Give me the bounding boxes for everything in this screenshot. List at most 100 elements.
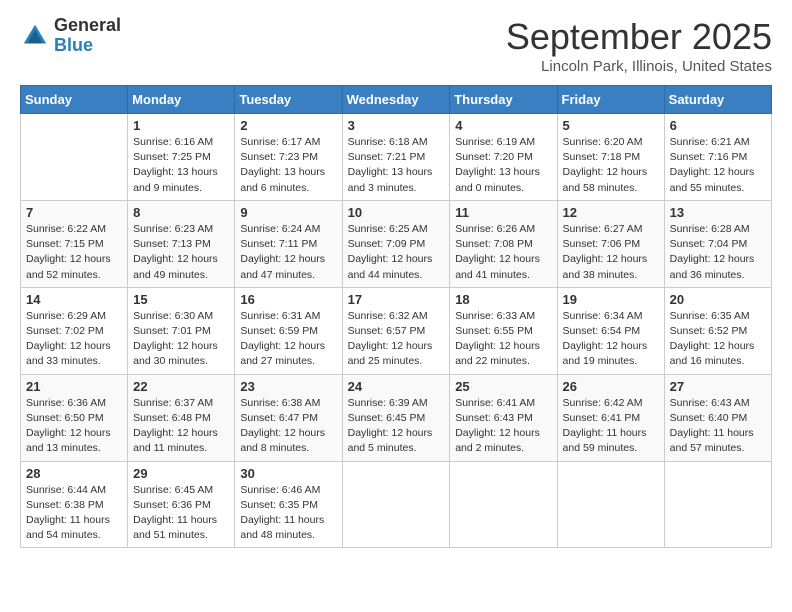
calendar-cell: 8 Sunrise: 6:23 AMSunset: 7:13 PMDaylight… xyxy=(128,200,235,287)
day-info: Sunrise: 6:45 AMSunset: 6:36 PMDaylight:… xyxy=(133,483,229,544)
day-info: Sunrise: 6:22 AMSunset: 7:15 PMDaylight:… xyxy=(26,222,122,283)
logo-blue-text: Blue xyxy=(54,36,121,56)
day-info: Sunrise: 6:31 AMSunset: 6:59 PMDaylight:… xyxy=(240,309,336,370)
day-number: 21 xyxy=(26,379,122,394)
day-of-week-header: Thursday xyxy=(450,86,557,114)
calendar-cell xyxy=(21,114,128,201)
calendar-cell: 1 Sunrise: 6:16 AMSunset: 7:25 PMDaylight… xyxy=(128,114,235,201)
day-info: Sunrise: 6:36 AMSunset: 6:50 PMDaylight:… xyxy=(26,396,122,457)
day-info: Sunrise: 6:42 AMSunset: 6:41 PMDaylight:… xyxy=(563,396,659,457)
day-info: Sunrise: 6:17 AMSunset: 7:23 PMDaylight:… xyxy=(240,135,336,196)
calendar-week-row: 28 Sunrise: 6:44 AMSunset: 6:38 PMDayligh… xyxy=(21,461,772,548)
calendar-cell: 11 Sunrise: 6:26 AMSunset: 7:08 PMDayligh… xyxy=(450,200,557,287)
page-header: General Blue September 2025 Lincoln Park… xyxy=(20,16,772,75)
day-of-week-header: Sunday xyxy=(21,86,128,114)
day-info: Sunrise: 6:18 AMSunset: 7:21 PMDaylight:… xyxy=(348,135,445,196)
calendar-cell: 5Sunrise: 6:20 AMSunset: 7:18 PMDaylight… xyxy=(557,114,664,201)
calendar-cell: 27Sunrise: 6:43 AMSunset: 6:40 PMDayligh… xyxy=(664,374,771,461)
calendar-cell: 21 Sunrise: 6:36 AMSunset: 6:50 PMDayligh… xyxy=(21,374,128,461)
calendar-cell: 24 Sunrise: 6:39 AMSunset: 6:45 PMDayligh… xyxy=(342,374,450,461)
calendar-cell xyxy=(342,461,450,548)
day-of-week-header: Wednesday xyxy=(342,86,450,114)
calendar-cell: 7 Sunrise: 6:22 AMSunset: 7:15 PMDaylight… xyxy=(21,200,128,287)
day-info: Sunrise: 6:41 AMSunset: 6:43 PMDaylight:… xyxy=(455,396,551,457)
calendar-cell: 17 Sunrise: 6:32 AMSunset: 6:57 PMDayligh… xyxy=(342,287,450,374)
day-info: Sunrise: 6:23 AMSunset: 7:13 PMDaylight:… xyxy=(133,222,229,283)
day-info: Sunrise: 6:30 AMSunset: 7:01 PMDaylight:… xyxy=(133,309,229,370)
day-number: 1 xyxy=(133,118,229,133)
logo: General Blue xyxy=(20,16,121,56)
day-info: Sunrise: 6:20 AMSunset: 7:18 PMDaylight:… xyxy=(563,135,659,196)
day-number: 28 xyxy=(26,466,122,481)
day-info: Sunrise: 6:25 AMSunset: 7:09 PMDaylight:… xyxy=(348,222,445,283)
day-number: 8 xyxy=(133,205,229,220)
day-number: 6 xyxy=(670,118,766,133)
day-number: 19 xyxy=(563,292,659,307)
title-block: September 2025 Lincoln Park, Illinois, U… xyxy=(506,16,772,75)
calendar-cell: 12 Sunrise: 6:27 AMSunset: 7:06 PMDayligh… xyxy=(557,200,664,287)
day-number: 26 xyxy=(563,379,659,394)
day-info: Sunrise: 6:39 AMSunset: 6:45 PMDaylight:… xyxy=(348,396,445,457)
day-info: Sunrise: 6:19 AMSunset: 7:20 PMDaylight:… xyxy=(455,135,551,196)
calendar-cell: 19 Sunrise: 6:34 AMSunset: 6:54 PMDayligh… xyxy=(557,287,664,374)
location-text: Lincoln Park, Illinois, United States xyxy=(506,58,772,75)
calendar-cell: 30Sunrise: 6:46 AMSunset: 6:35 PMDayligh… xyxy=(235,461,342,548)
calendar-cell: 26 Sunrise: 6:42 AMSunset: 6:41 PMDayligh… xyxy=(557,374,664,461)
day-info: Sunrise: 6:24 AMSunset: 7:11 PMDaylight:… xyxy=(240,222,336,283)
calendar-week-row: 1 Sunrise: 6:16 AMSunset: 7:25 PMDaylight… xyxy=(21,114,772,201)
calendar-cell xyxy=(450,461,557,548)
calendar-cell: 23Sunrise: 6:38 AMSunset: 6:47 PMDayligh… xyxy=(235,374,342,461)
calendar-week-row: 7 Sunrise: 6:22 AMSunset: 7:15 PMDaylight… xyxy=(21,200,772,287)
calendar-cell: 22 Sunrise: 6:37 AMSunset: 6:48 PMDayligh… xyxy=(128,374,235,461)
calendar-cell: 20 Sunrise: 6:35 AMSunset: 6:52 PMDayligh… xyxy=(664,287,771,374)
day-number: 17 xyxy=(348,292,445,307)
day-number: 25 xyxy=(455,379,551,394)
calendar-week-row: 21 Sunrise: 6:36 AMSunset: 6:50 PMDayligh… xyxy=(21,374,772,461)
day-number: 16 xyxy=(240,292,336,307)
day-number: 22 xyxy=(133,379,229,394)
month-title: September 2025 xyxy=(506,16,772,58)
day-number: 18 xyxy=(455,292,551,307)
day-number: 13 xyxy=(670,205,766,220)
day-number: 12 xyxy=(563,205,659,220)
calendar-cell: 10Sunrise: 6:25 AMSunset: 7:09 PMDayligh… xyxy=(342,200,450,287)
day-number: 7 xyxy=(26,205,122,220)
day-number: 23 xyxy=(240,379,336,394)
day-number: 27 xyxy=(670,379,766,394)
calendar-header-row: SundayMondayTuesdayWednesdayThursdayFrid… xyxy=(21,86,772,114)
calendar-cell xyxy=(664,461,771,548)
calendar-cell: 16 Sunrise: 6:31 AMSunset: 6:59 PMDayligh… xyxy=(235,287,342,374)
day-info: Sunrise: 6:16 AMSunset: 7:25 PMDaylight:… xyxy=(133,135,229,196)
calendar-cell: 6Sunrise: 6:21 AMSunset: 7:16 PMDaylight… xyxy=(664,114,771,201)
day-number: 2 xyxy=(240,118,336,133)
day-info: Sunrise: 6:28 AMSunset: 7:04 PMDaylight:… xyxy=(670,222,766,283)
calendar-cell: 25 Sunrise: 6:41 AMSunset: 6:43 PMDayligh… xyxy=(450,374,557,461)
day-number: 30 xyxy=(240,466,336,481)
calendar-week-row: 14Sunrise: 6:29 AMSunset: 7:02 PMDayligh… xyxy=(21,287,772,374)
calendar-cell xyxy=(557,461,664,548)
calendar-table: SundayMondayTuesdayWednesdayThursdayFrid… xyxy=(20,85,772,548)
calendar-cell: 9Sunrise: 6:24 AMSunset: 7:11 PMDaylight… xyxy=(235,200,342,287)
calendar-cell: 2 Sunrise: 6:17 AMSunset: 7:23 PMDaylight… xyxy=(235,114,342,201)
calendar-cell: 29Sunrise: 6:45 AMSunset: 6:36 PMDayligh… xyxy=(128,461,235,548)
day-info: Sunrise: 6:26 AMSunset: 7:08 PMDaylight:… xyxy=(455,222,551,283)
day-number: 11 xyxy=(455,205,551,220)
day-info: Sunrise: 6:34 AMSunset: 6:54 PMDaylight:… xyxy=(563,309,659,370)
day-number: 14 xyxy=(26,292,122,307)
calendar-cell: 14Sunrise: 6:29 AMSunset: 7:02 PMDayligh… xyxy=(21,287,128,374)
calendar-cell: 13 Sunrise: 6:28 AMSunset: 7:04 PMDayligh… xyxy=(664,200,771,287)
calendar-cell: 18Sunrise: 6:33 AMSunset: 6:55 PMDayligh… xyxy=(450,287,557,374)
day-info: Sunrise: 6:27 AMSunset: 7:06 PMDaylight:… xyxy=(563,222,659,283)
calendar-cell: 15Sunrise: 6:30 AMSunset: 7:01 PMDayligh… xyxy=(128,287,235,374)
day-number: 4 xyxy=(455,118,551,133)
calendar-cell: 4 Sunrise: 6:19 AMSunset: 7:20 PMDaylight… xyxy=(450,114,557,201)
day-info: Sunrise: 6:35 AMSunset: 6:52 PMDaylight:… xyxy=(670,309,766,370)
day-info: Sunrise: 6:32 AMSunset: 6:57 PMDaylight:… xyxy=(348,309,445,370)
logo-general-text: General xyxy=(54,16,121,36)
day-number: 3 xyxy=(348,118,445,133)
day-info: Sunrise: 6:44 AMSunset: 6:38 PMDaylight:… xyxy=(26,483,122,544)
day-number: 24 xyxy=(348,379,445,394)
logo-text: General Blue xyxy=(54,16,121,56)
day-info: Sunrise: 6:37 AMSunset: 6:48 PMDaylight:… xyxy=(133,396,229,457)
day-number: 20 xyxy=(670,292,766,307)
